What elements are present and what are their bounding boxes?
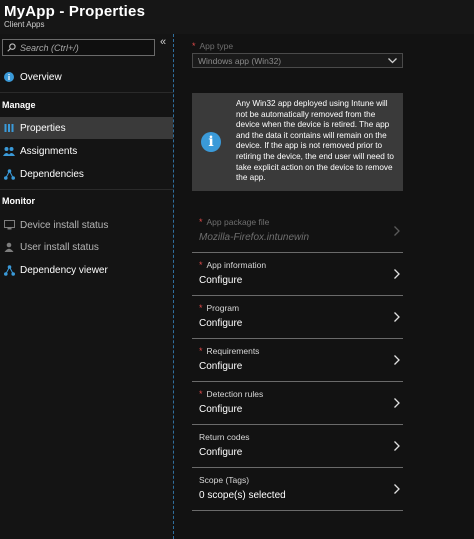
app-package-file-row: * App package file Mozilla-Firefox.intune… — [192, 210, 403, 253]
monitor-heading: Monitor — [2, 196, 35, 206]
info-notice: i Any Win32 app deployed using Intune wi… — [192, 93, 403, 191]
scope-tags-row[interactable]: Scope (Tags) 0 scope(s) selected — [192, 468, 403, 511]
program-row[interactable]: * Program Configure — [192, 296, 403, 339]
chevron-right-icon — [394, 269, 400, 279]
assignments-icon — [2, 144, 16, 158]
device-icon — [2, 218, 16, 232]
sidebar-item-label: User install status — [20, 241, 99, 253]
row-value: Configure — [199, 447, 243, 458]
row-label: Scope (Tags) — [199, 475, 250, 485]
requirements-row[interactable]: * Requirements Configure — [192, 339, 403, 382]
chevron-right-icon — [394, 226, 400, 236]
properties-page: MyApp - Properties Client Apps « Overvie… — [0, 0, 474, 539]
dependency-viewer-icon — [2, 263, 16, 277]
sidebar-item-label: Assignments — [20, 145, 78, 157]
required-marker: * — [199, 217, 203, 227]
page-title: MyApp - Properties — [4, 3, 146, 20]
sidebar: « Overview Manage Properties Assignments — [0, 34, 174, 539]
app-type-label-text: App type — [199, 41, 234, 51]
app-type-select[interactable]: Windows app (Win32) — [192, 53, 403, 68]
row-label: Program — [206, 303, 240, 313]
sidebar-item-label: Device install status — [20, 219, 109, 231]
app-information-row[interactable]: * App information Configure — [192, 253, 403, 296]
row-value: Configure — [199, 275, 243, 286]
sidebar-item-device-install-status[interactable]: Device install status — [0, 214, 173, 236]
search-input[interactable] — [20, 42, 150, 53]
chevron-down-icon — [388, 57, 397, 63]
dependencies-icon — [2, 167, 16, 181]
sidebar-item-assignments[interactable]: Assignments — [0, 140, 173, 162]
row-label: Requirements — [206, 346, 260, 356]
sidebar-item-user-install-status[interactable]: User install status — [0, 236, 173, 258]
divider — [0, 92, 173, 93]
chevron-right-icon — [394, 355, 400, 365]
sidebar-item-label: Overview — [20, 71, 62, 83]
required-marker: * — [192, 41, 196, 51]
required-marker: * — [199, 303, 203, 313]
app-type-label: * App type — [192, 41, 233, 51]
sidebar-item-dependencies[interactable]: Dependencies — [0, 163, 173, 185]
chevron-right-icon — [394, 398, 400, 408]
chevron-right-icon — [394, 312, 400, 322]
required-marker: * — [199, 260, 203, 270]
row-label: App package file — [206, 217, 270, 227]
return-codes-row[interactable]: Return codes Configure — [192, 425, 403, 468]
chevron-right-icon — [394, 484, 400, 494]
chevron-right-icon — [394, 441, 400, 451]
info-notice-text: Any Win32 app deployed using Intune will… — [236, 99, 394, 183]
sidebar-item-overview[interactable]: Overview — [0, 66, 173, 88]
row-value: 0 scope(s) selected — [199, 490, 286, 501]
sidebar-item-dependency-viewer[interactable]: Dependency viewer — [0, 259, 173, 281]
sidebar-item-properties[interactable]: Properties — [0, 117, 173, 139]
row-value: Configure — [199, 318, 243, 329]
row-value: Configure — [199, 404, 243, 415]
search-icon — [7, 43, 16, 52]
blade-header: MyApp - Properties Client Apps — [0, 0, 474, 34]
properties-icon — [2, 121, 16, 135]
properties-panel: * App type Windows app (Win32) i Any Win… — [175, 34, 474, 539]
search-box[interactable] — [2, 39, 155, 56]
collapse-sidebar-icon[interactable]: « — [160, 36, 166, 48]
sidebar-item-label: Dependency viewer — [20, 264, 108, 276]
detection-rules-row[interactable]: * Detection rules Configure — [192, 382, 403, 425]
sidebar-item-label: Properties — [20, 122, 66, 134]
row-label: App information — [206, 260, 267, 270]
app-type-value: Windows app (Win32) — [198, 55, 282, 66]
row-value: Mozilla-Firefox.intunewin — [199, 232, 310, 243]
sidebar-item-label: Dependencies — [20, 168, 84, 180]
info-icon: i — [201, 132, 221, 152]
row-label: Detection rules — [206, 389, 264, 399]
info-circle-icon — [2, 70, 16, 84]
row-value: Configure — [199, 361, 243, 372]
user-icon — [2, 240, 16, 254]
manage-heading: Manage — [2, 100, 36, 110]
page-subtitle: Client Apps — [4, 20, 45, 29]
required-marker: * — [199, 389, 203, 399]
required-marker: * — [199, 346, 203, 356]
row-label: Return codes — [199, 432, 250, 442]
divider — [0, 189, 173, 190]
